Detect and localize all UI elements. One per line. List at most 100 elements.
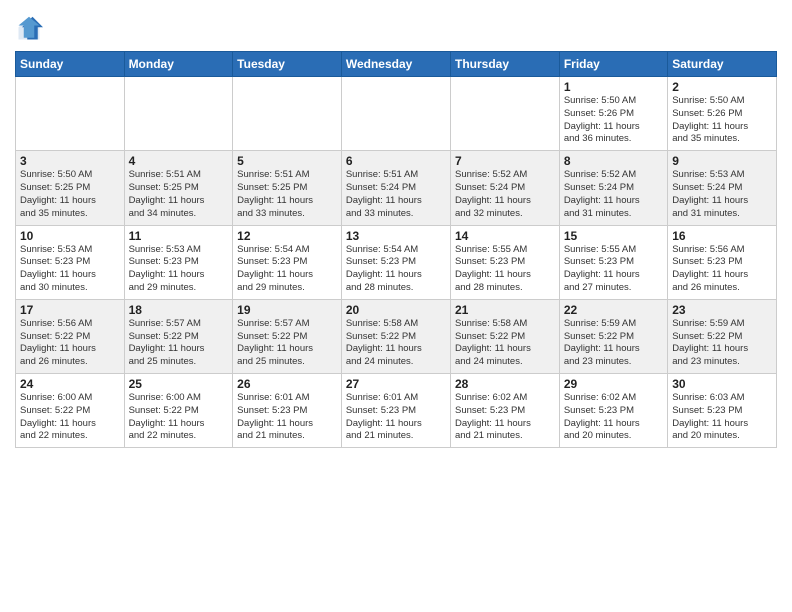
calendar-cell xyxy=(233,77,342,151)
day-info: Sunrise: 6:02 AM Sunset: 5:23 PM Dayligh… xyxy=(455,392,555,443)
calendar-cell: 27Sunrise: 6:01 AM Sunset: 5:23 PM Dayli… xyxy=(341,374,450,448)
day-number: 25 xyxy=(129,377,229,391)
day-info: Sunrise: 6:00 AM Sunset: 5:22 PM Dayligh… xyxy=(129,392,229,443)
day-number: 8 xyxy=(564,154,663,168)
calendar-cell: 13Sunrise: 5:54 AM Sunset: 5:23 PM Dayli… xyxy=(341,225,450,299)
calendar-cell: 15Sunrise: 5:55 AM Sunset: 5:23 PM Dayli… xyxy=(559,225,667,299)
calendar-week-3: 10Sunrise: 5:53 AM Sunset: 5:23 PM Dayli… xyxy=(16,225,777,299)
day-number: 3 xyxy=(20,154,120,168)
day-number: 9 xyxy=(672,154,772,168)
calendar-cell: 9Sunrise: 5:53 AM Sunset: 5:24 PM Daylig… xyxy=(668,151,777,225)
day-info: Sunrise: 5:51 AM Sunset: 5:24 PM Dayligh… xyxy=(346,169,446,220)
day-info: Sunrise: 5:50 AM Sunset: 5:26 PM Dayligh… xyxy=(564,95,663,146)
calendar-week-4: 17Sunrise: 5:56 AM Sunset: 5:22 PM Dayli… xyxy=(16,299,777,373)
day-info: Sunrise: 5:51 AM Sunset: 5:25 PM Dayligh… xyxy=(237,169,337,220)
calendar-cell: 25Sunrise: 6:00 AM Sunset: 5:22 PM Dayli… xyxy=(124,374,233,448)
day-number: 12 xyxy=(237,229,337,243)
day-number: 7 xyxy=(455,154,555,168)
day-number: 2 xyxy=(672,80,772,94)
calendar-cell xyxy=(16,77,125,151)
day-number: 28 xyxy=(455,377,555,391)
day-number: 18 xyxy=(129,303,229,317)
day-info: Sunrise: 6:01 AM Sunset: 5:23 PM Dayligh… xyxy=(346,392,446,443)
calendar-cell: 17Sunrise: 5:56 AM Sunset: 5:22 PM Dayli… xyxy=(16,299,125,373)
day-number: 16 xyxy=(672,229,772,243)
weekday-header-row: SundayMondayTuesdayWednesdayThursdayFrid… xyxy=(16,52,777,77)
calendar-cell: 2Sunrise: 5:50 AM Sunset: 5:26 PM Daylig… xyxy=(668,77,777,151)
calendar-cell: 3Sunrise: 5:50 AM Sunset: 5:25 PM Daylig… xyxy=(16,151,125,225)
calendar-cell: 11Sunrise: 5:53 AM Sunset: 5:23 PM Dayli… xyxy=(124,225,233,299)
calendar-cell: 20Sunrise: 5:58 AM Sunset: 5:22 PM Dayli… xyxy=(341,299,450,373)
calendar-cell: 23Sunrise: 5:59 AM Sunset: 5:22 PM Dayli… xyxy=(668,299,777,373)
calendar-cell xyxy=(450,77,559,151)
day-number: 13 xyxy=(346,229,446,243)
calendar-cell: 28Sunrise: 6:02 AM Sunset: 5:23 PM Dayli… xyxy=(450,374,559,448)
weekday-header-sunday: Sunday xyxy=(16,52,125,77)
day-number: 14 xyxy=(455,229,555,243)
day-info: Sunrise: 6:01 AM Sunset: 5:23 PM Dayligh… xyxy=(237,392,337,443)
calendar-cell: 24Sunrise: 6:00 AM Sunset: 5:22 PM Dayli… xyxy=(16,374,125,448)
day-number: 1 xyxy=(564,80,663,94)
weekday-header-saturday: Saturday xyxy=(668,52,777,77)
day-info: Sunrise: 5:50 AM Sunset: 5:25 PM Dayligh… xyxy=(20,169,120,220)
calendar-cell: 5Sunrise: 5:51 AM Sunset: 5:25 PM Daylig… xyxy=(233,151,342,225)
day-info: Sunrise: 5:52 AM Sunset: 5:24 PM Dayligh… xyxy=(455,169,555,220)
day-info: Sunrise: 5:59 AM Sunset: 5:22 PM Dayligh… xyxy=(564,318,663,369)
calendar-cell: 26Sunrise: 6:01 AM Sunset: 5:23 PM Dayli… xyxy=(233,374,342,448)
day-number: 17 xyxy=(20,303,120,317)
day-info: Sunrise: 5:58 AM Sunset: 5:22 PM Dayligh… xyxy=(346,318,446,369)
day-info: Sunrise: 5:55 AM Sunset: 5:23 PM Dayligh… xyxy=(455,244,555,295)
calendar-cell: 21Sunrise: 5:58 AM Sunset: 5:22 PM Dayli… xyxy=(450,299,559,373)
day-number: 10 xyxy=(20,229,120,243)
calendar-cell: 7Sunrise: 5:52 AM Sunset: 5:24 PM Daylig… xyxy=(450,151,559,225)
calendar-cell: 22Sunrise: 5:59 AM Sunset: 5:22 PM Dayli… xyxy=(559,299,667,373)
calendar-week-2: 3Sunrise: 5:50 AM Sunset: 5:25 PM Daylig… xyxy=(16,151,777,225)
day-number: 6 xyxy=(346,154,446,168)
day-info: Sunrise: 5:54 AM Sunset: 5:23 PM Dayligh… xyxy=(237,244,337,295)
day-info: Sunrise: 5:51 AM Sunset: 5:25 PM Dayligh… xyxy=(129,169,229,220)
calendar-cell: 4Sunrise: 5:51 AM Sunset: 5:25 PM Daylig… xyxy=(124,151,233,225)
weekday-header-friday: Friday xyxy=(559,52,667,77)
day-number: 29 xyxy=(564,377,663,391)
day-info: Sunrise: 5:52 AM Sunset: 5:24 PM Dayligh… xyxy=(564,169,663,220)
calendar-cell: 14Sunrise: 5:55 AM Sunset: 5:23 PM Dayli… xyxy=(450,225,559,299)
day-number: 11 xyxy=(129,229,229,243)
day-info: Sunrise: 5:56 AM Sunset: 5:22 PM Dayligh… xyxy=(20,318,120,369)
calendar-cell: 16Sunrise: 5:56 AM Sunset: 5:23 PM Dayli… xyxy=(668,225,777,299)
day-info: Sunrise: 5:54 AM Sunset: 5:23 PM Dayligh… xyxy=(346,244,446,295)
calendar-cell: 8Sunrise: 5:52 AM Sunset: 5:24 PM Daylig… xyxy=(559,151,667,225)
day-number: 19 xyxy=(237,303,337,317)
day-number: 4 xyxy=(129,154,229,168)
day-info: Sunrise: 6:03 AM Sunset: 5:23 PM Dayligh… xyxy=(672,392,772,443)
day-number: 5 xyxy=(237,154,337,168)
day-info: Sunrise: 5:56 AM Sunset: 5:23 PM Dayligh… xyxy=(672,244,772,295)
calendar-cell: 1Sunrise: 5:50 AM Sunset: 5:26 PM Daylig… xyxy=(559,77,667,151)
weekday-header-thursday: Thursday xyxy=(450,52,559,77)
day-number: 30 xyxy=(672,377,772,391)
calendar-table: SundayMondayTuesdayWednesdayThursdayFrid… xyxy=(15,51,777,448)
calendar-cell: 18Sunrise: 5:57 AM Sunset: 5:22 PM Dayli… xyxy=(124,299,233,373)
day-number: 15 xyxy=(564,229,663,243)
day-info: Sunrise: 5:55 AM Sunset: 5:23 PM Dayligh… xyxy=(564,244,663,295)
calendar-week-5: 24Sunrise: 6:00 AM Sunset: 5:22 PM Dayli… xyxy=(16,374,777,448)
logo-icon xyxy=(15,15,43,43)
day-info: Sunrise: 5:58 AM Sunset: 5:22 PM Dayligh… xyxy=(455,318,555,369)
day-number: 24 xyxy=(20,377,120,391)
weekday-header-monday: Monday xyxy=(124,52,233,77)
logo xyxy=(15,10,47,43)
day-info: Sunrise: 5:57 AM Sunset: 5:22 PM Dayligh… xyxy=(237,318,337,369)
calendar-cell: 30Sunrise: 6:03 AM Sunset: 5:23 PM Dayli… xyxy=(668,374,777,448)
day-number: 22 xyxy=(564,303,663,317)
day-info: Sunrise: 6:02 AM Sunset: 5:23 PM Dayligh… xyxy=(564,392,663,443)
day-info: Sunrise: 5:53 AM Sunset: 5:24 PM Dayligh… xyxy=(672,169,772,220)
day-info: Sunrise: 5:57 AM Sunset: 5:22 PM Dayligh… xyxy=(129,318,229,369)
calendar-cell: 6Sunrise: 5:51 AM Sunset: 5:24 PM Daylig… xyxy=(341,151,450,225)
day-info: Sunrise: 5:53 AM Sunset: 5:23 PM Dayligh… xyxy=(20,244,120,295)
day-info: Sunrise: 6:00 AM Sunset: 5:22 PM Dayligh… xyxy=(20,392,120,443)
day-number: 21 xyxy=(455,303,555,317)
day-info: Sunrise: 5:59 AM Sunset: 5:22 PM Dayligh… xyxy=(672,318,772,369)
calendar-cell: 10Sunrise: 5:53 AM Sunset: 5:23 PM Dayli… xyxy=(16,225,125,299)
weekday-header-tuesday: Tuesday xyxy=(233,52,342,77)
day-info: Sunrise: 5:53 AM Sunset: 5:23 PM Dayligh… xyxy=(129,244,229,295)
calendar-cell xyxy=(341,77,450,151)
